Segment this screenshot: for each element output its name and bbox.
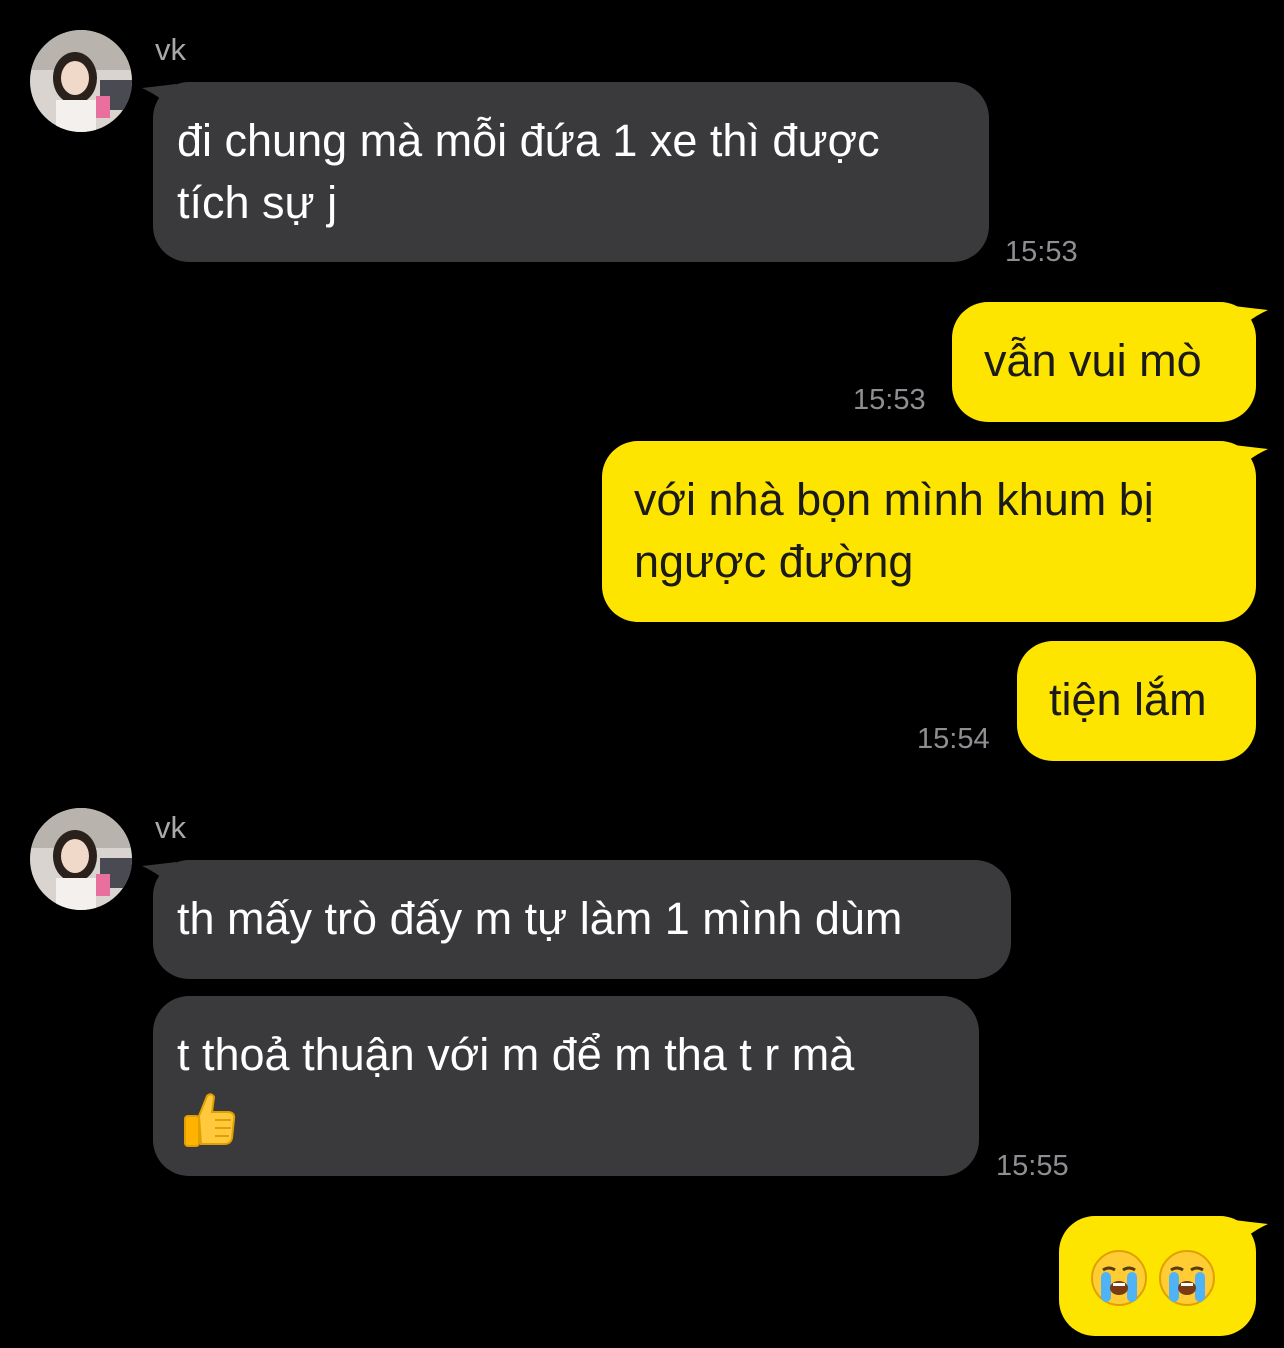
loudly-crying-face-icon [1159,1250,1215,1307]
message-bubble-outgoing[interactable]: với nhà bọn mình khum bị ngược đường [602,441,1256,622]
bubble-tail [1234,306,1268,336]
message-text: th mấy trò đấy m tự làm 1 mình dùm [177,893,903,944]
bubble-tail [1234,445,1268,475]
message-text: với nhà bọn mình khum bị [634,474,1154,525]
message-timestamp: 15:54 [917,723,990,755]
message-text: tiện lắm [1049,674,1207,725]
message-timestamp: 15:55 [996,1150,1069,1182]
avatar[interactable] [30,30,132,132]
message-bubble-incoming[interactable]: th mấy trò đấy m tự làm 1 mình dùm [153,860,1011,979]
message-text: t thoả thuận với m để m tha t r mà [177,1029,855,1080]
message-bubble-outgoing[interactable]: tiện lắm [1017,641,1256,761]
message-bubble-outgoing[interactable]: vẫn vui mò [952,302,1256,422]
thumbs-up-icon [184,1093,236,1148]
message-text: vẫn vui mò [984,335,1202,386]
message-bubble-outgoing[interactable] [1059,1216,1256,1336]
message-text: ngược đường [634,536,914,587]
sender-name: vk [155,32,186,67]
message-text: đi chung mà mỗi đứa 1 xe thì được [177,115,880,166]
avatar[interactable] [30,808,132,910]
message-timestamp: 15:53 [1005,236,1078,268]
message-timestamp: 15:53 [853,384,926,416]
message-text: tích sự j [177,177,338,228]
emoji-line [177,1086,955,1148]
sender-name: vk [155,810,186,845]
loudly-crying-face-icon [1091,1250,1147,1307]
bubble-tail [1234,1220,1268,1250]
message-bubble-incoming[interactable]: t thoả thuận với m để m tha t r mà [153,996,979,1176]
message-bubble-incoming[interactable]: đi chung mà mỗi đứa 1 xe thì được tích s… [153,82,989,262]
